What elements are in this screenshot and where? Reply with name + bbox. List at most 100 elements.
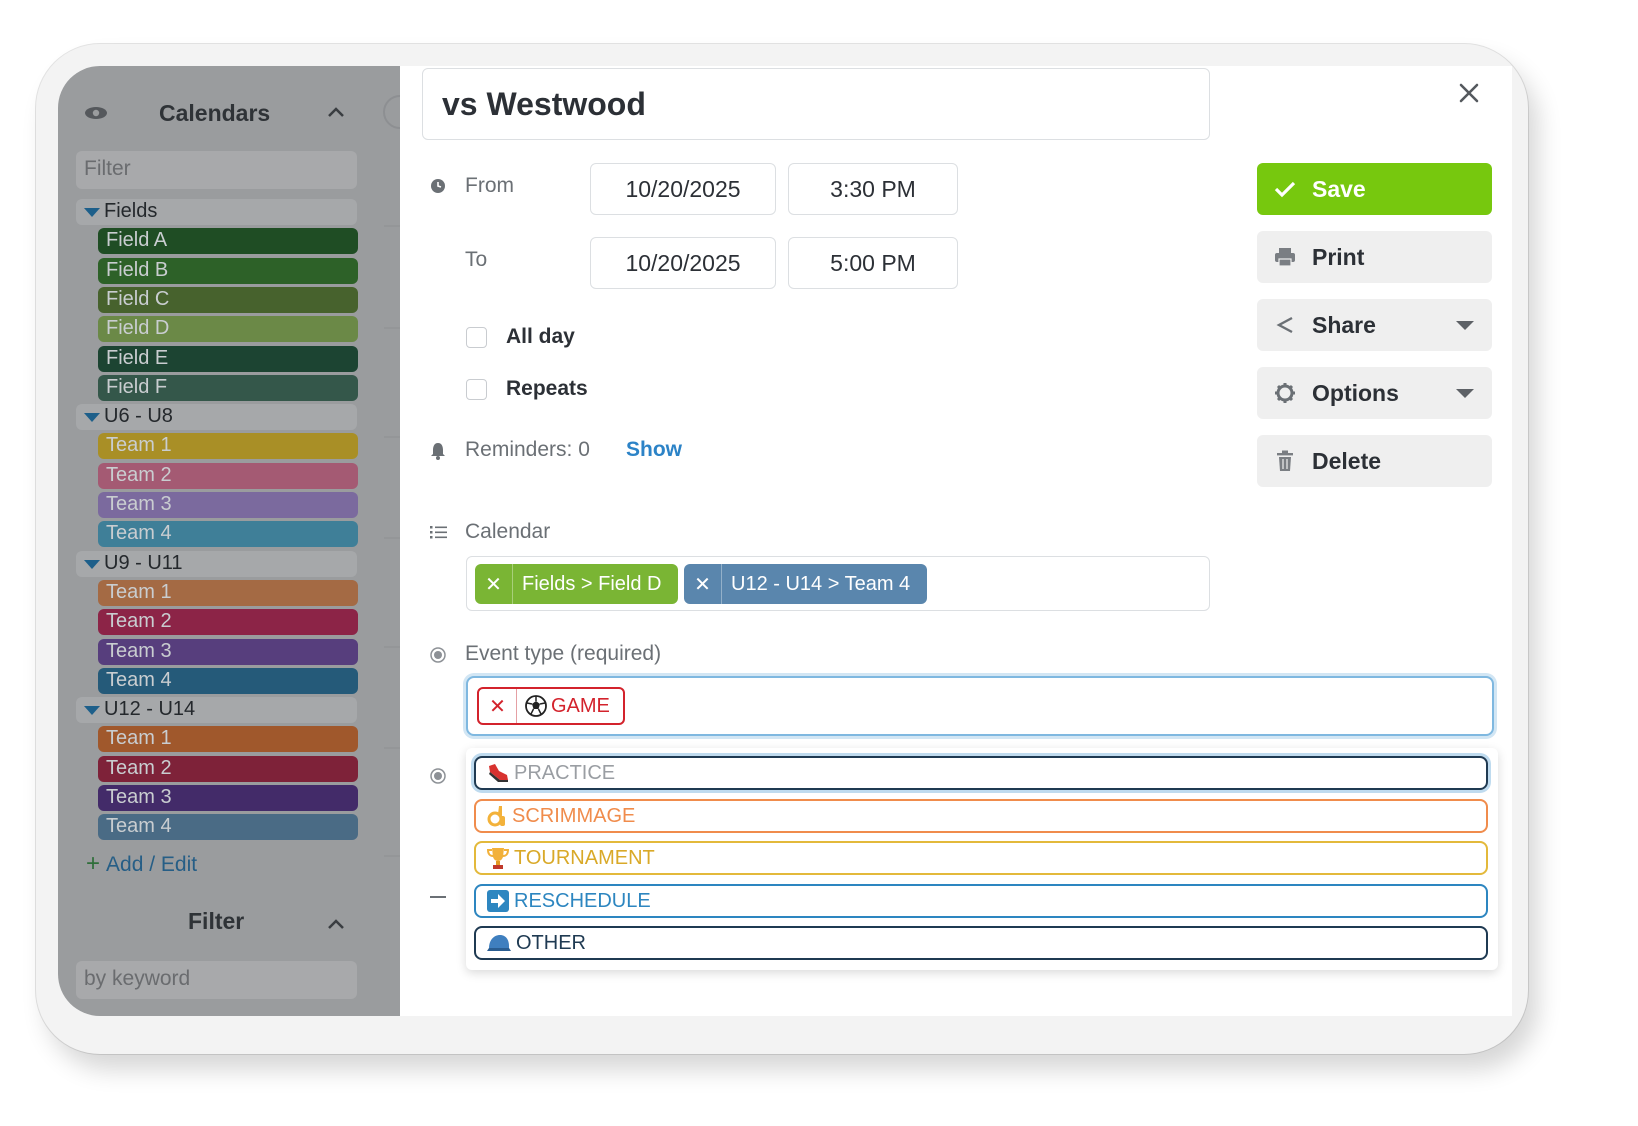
event-title-input[interactable]: vs Westwood: [422, 68, 1210, 140]
options-button[interactable]: Options: [1257, 367, 1492, 419]
repeats-checkbox[interactable]: [466, 379, 487, 400]
event-type-tag: ✕ GAME: [477, 687, 625, 725]
chevron-up-icon[interactable]: [326, 104, 346, 120]
calendar-sidebar: Calendars Filter Fields Field A Field B Fie…: [58, 66, 400, 1016]
calendar-item[interactable]: Team 2: [98, 463, 358, 489]
from-time-input[interactable]: 3:30 PM: [788, 163, 958, 215]
cap-icon: [487, 935, 511, 951]
share-icon: [1273, 313, 1297, 337]
calendar-item[interactable]: Field B: [98, 258, 358, 284]
triangle-down-icon[interactable]: [84, 560, 100, 569]
eye-icon[interactable]: [84, 106, 108, 120]
remove-tag-icon[interactable]: ✕: [479, 689, 517, 723]
event-type-option[interactable]: TOURNAMENT: [474, 841, 1488, 875]
calendar-group-label: U9 - U11: [104, 552, 183, 574]
event-type-label: Event type (required): [465, 642, 662, 665]
calendar-item[interactable]: Team 3: [98, 785, 358, 811]
to-label: To: [465, 248, 488, 271]
calendar-item[interactable]: Team 4: [98, 814, 358, 840]
calendar-tag: ✕ Fields > Field D: [475, 564, 678, 604]
event-type-option[interactable]: RESCHEDULE: [474, 884, 1488, 918]
calendars-header[interactable]: Calendars: [76, 94, 356, 134]
calendar-tag-label: U12 - U14 > Team 4: [731, 572, 911, 595]
trash-icon: [1273, 449, 1297, 473]
keyword-filter-input[interactable]: by keyword: [76, 961, 357, 999]
calendar-item[interactable]: Field A: [98, 228, 358, 254]
chevron-up-icon[interactable]: [326, 916, 346, 932]
calendars-title: Calendars: [159, 100, 271, 126]
calendar-item[interactable]: Team 3: [98, 639, 358, 665]
calendar-item[interactable]: Field F: [98, 375, 358, 401]
event-type-option[interactable]: PRACTICE: [474, 756, 1488, 790]
calendar-group[interactable]: Fields: [76, 199, 357, 225]
add-edit-link[interactable]: + Add / Edit: [86, 850, 197, 878]
bell-icon: [431, 443, 445, 460]
share-label: Share: [1312, 311, 1376, 338]
printer-icon: [1273, 245, 1297, 269]
radio-target-icon: [430, 768, 446, 784]
check-icon: [1273, 177, 1297, 201]
option-label: OTHER: [516, 931, 586, 954]
delete-label: Delete: [1312, 447, 1382, 474]
calendar-item[interactable]: Team 4: [98, 521, 358, 547]
calendar-item[interactable]: Team 1: [98, 433, 358, 459]
calendar-item[interactable]: Field D: [98, 316, 358, 342]
triangle-down-icon[interactable]: [84, 208, 100, 217]
caret-down-icon: [1456, 321, 1474, 330]
event-type-select[interactable]: ✕ GAME: [466, 676, 1494, 736]
close-icon[interactable]: [1458, 82, 1480, 104]
option-label: TOURNAMENT: [514, 846, 655, 869]
remove-tag-icon[interactable]: ✕: [684, 564, 722, 604]
from-date-input[interactable]: 10/20/2025: [590, 163, 776, 215]
calendar-item[interactable]: Team 4: [98, 668, 358, 694]
save-button[interactable]: Save: [1257, 163, 1492, 215]
to-time-input[interactable]: 5:00 PM: [788, 237, 958, 289]
print-label: Print: [1312, 243, 1365, 270]
filter-title: Filter: [188, 908, 245, 934]
app-screen: Calendars Filter Fields Field A Field B Fie…: [58, 66, 1512, 1016]
calendar-group[interactable]: U9 - U11: [76, 551, 357, 577]
event-type-dropdown: PRACTICE SCRIMMAGE TOURNAMENT RESCHEDULE…: [466, 748, 1498, 970]
calendar-label: Calendar: [465, 520, 551, 543]
calendar-group[interactable]: U12 - U14: [76, 697, 357, 723]
calendar-item[interactable]: Team 1: [98, 726, 358, 752]
calendar-item[interactable]: Field C: [98, 287, 358, 313]
triangle-down-icon[interactable]: [84, 706, 100, 715]
remove-tag-icon[interactable]: ✕: [475, 564, 513, 604]
reminders-label: Reminders: 0: [465, 438, 590, 461]
calendar-item[interactable]: Team 2: [98, 756, 358, 782]
event-type-option[interactable]: OTHER: [474, 926, 1488, 960]
calendar-filter-input[interactable]: Filter: [76, 151, 357, 189]
options-label: Options: [1312, 379, 1399, 406]
print-button[interactable]: Print: [1257, 231, 1492, 283]
calendar-group-label: U12 - U14: [104, 698, 196, 720]
triangle-down-icon[interactable]: [84, 413, 100, 422]
calendar-select[interactable]: ✕ Fields > Field D ✕ U12 - U14 > Team 4: [466, 556, 1210, 611]
calendar-item[interactable]: Team 1: [98, 580, 358, 606]
calendar-group[interactable]: U6 - U8: [76, 404, 357, 430]
from-label: From: [465, 174, 514, 197]
to-date-input[interactable]: 10/20/2025: [590, 237, 776, 289]
background-calendar-grid: [383, 95, 400, 857]
soccer-ball-icon: [525, 695, 547, 717]
caret-down-icon: [1456, 389, 1474, 398]
all-day-label: All day: [506, 325, 575, 348]
calendar-tag: ✕ U12 - U14 > Team 4: [684, 564, 927, 604]
calendar-item[interactable]: Field E: [98, 346, 358, 372]
reminders-show-link[interactable]: Show: [626, 438, 682, 462]
calendar-item[interactable]: Team 2: [98, 609, 358, 635]
radio-target-icon: [430, 647, 446, 663]
list-icon: [430, 526, 447, 539]
repeats-label: Repeats: [506, 377, 588, 400]
calendar-group-label: U6 - U8: [104, 405, 173, 427]
plus-icon: +: [86, 850, 101, 877]
delete-button[interactable]: Delete: [1257, 435, 1492, 487]
ok-hand-icon: [487, 806, 505, 827]
dash-icon: [430, 896, 446, 898]
add-edit-label: Add / Edit: [106, 853, 198, 876]
calendar-item[interactable]: Team 3: [98, 492, 358, 518]
clock-icon: [431, 179, 445, 193]
all-day-checkbox[interactable]: [466, 327, 487, 348]
share-button[interactable]: Share: [1257, 299, 1492, 351]
event-type-option[interactable]: SCRIMMAGE: [474, 799, 1488, 833]
